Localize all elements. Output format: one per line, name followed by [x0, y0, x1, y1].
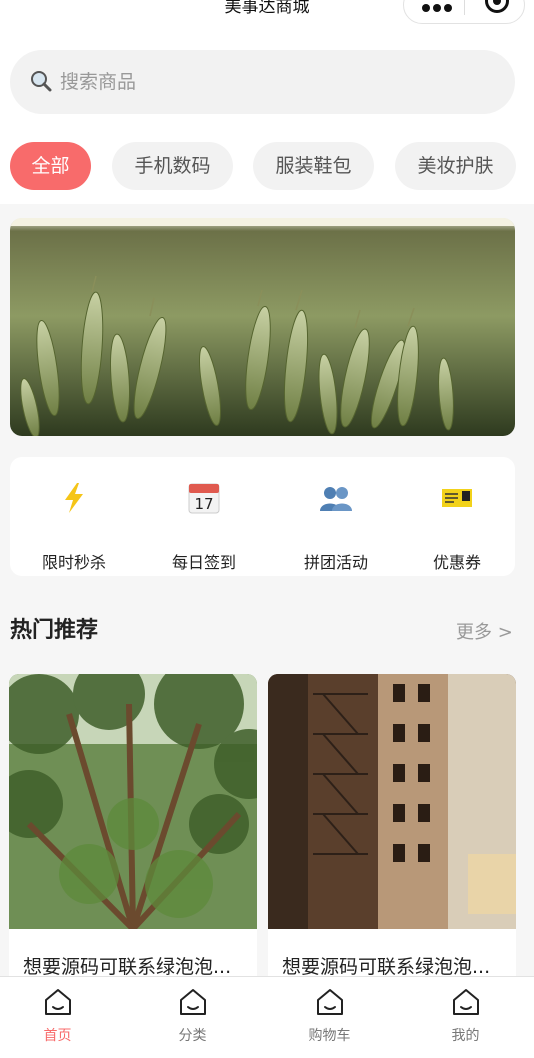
quick-entry-label: 每日签到	[171, 553, 236, 572]
category-tab-beauty[interactable]: 美妆护肤	[395, 142, 516, 190]
banner-carousel[interactable]	[10, 218, 515, 436]
category-tabs: 全部 手机数码 服装鞋包 美妆护肤	[0, 142, 534, 190]
mini-program-capsule	[403, 0, 525, 24]
profile-icon	[453, 989, 479, 1015]
product-card[interactable]: 想要源码可联系绿泡泡...	[268, 674, 516, 994]
nav-bar: 美事达商城	[0, 0, 534, 32]
tab-label: 分类	[178, 1028, 207, 1044]
banner-image	[10, 218, 515, 436]
quick-entry-coupons[interactable]: 优惠券	[397, 475, 517, 572]
calendar-icon: 17	[188, 483, 220, 514]
group-icon	[320, 487, 352, 511]
quick-entry-label: 拼团活动	[303, 553, 368, 572]
quick-entry-label: 优惠券	[432, 553, 481, 572]
tab-profile[interactable]: 我的	[399, 977, 532, 1058]
quick-entry-flash-sale[interactable]: 限时秒杀	[14, 475, 134, 572]
tab-cart[interactable]: 购物车	[263, 977, 396, 1058]
tab-label: 我的	[451, 1028, 480, 1044]
search-icon	[31, 71, 52, 92]
tab-label: 购物车	[308, 1028, 351, 1044]
capsule-divider	[464, 0, 465, 15]
cart-icon	[317, 989, 343, 1015]
tab-home[interactable]: 首页	[0, 977, 124, 1058]
category-tab-digital[interactable]: 手机数码	[112, 142, 233, 190]
header: 全部 手机数码 服装鞋包 美妆护肤	[0, 32, 534, 204]
home-icon	[45, 989, 71, 1015]
lightning-icon	[65, 483, 83, 513]
more-options-icon[interactable]	[422, 0, 456, 12]
product-image	[268, 674, 516, 929]
product-image	[9, 674, 257, 929]
section-more-link[interactable]: 更多 >	[456, 618, 513, 644]
ticket-icon	[442, 489, 472, 507]
calendar-day: 17	[194, 495, 213, 513]
category-tab-apparel[interactable]: 服装鞋包	[253, 142, 374, 190]
tab-category[interactable]: 分类	[126, 977, 259, 1058]
product-title: 想要源码可联系绿泡泡...	[282, 956, 491, 978]
tab-label: 首页	[43, 1028, 72, 1044]
quick-entry-panel: 限时秒杀 17 每日签到 拼团活动 优惠券	[10, 457, 515, 576]
product-card[interactable]: 想要源码可联系绿泡泡...	[9, 674, 257, 994]
category-tab-all[interactable]: 全部	[10, 142, 91, 190]
product-title: 想要源码可联系绿泡泡...	[23, 956, 232, 978]
quick-entry-label: 限时秒杀	[41, 553, 106, 572]
quick-entry-checkin[interactable]: 17 每日签到	[144, 475, 264, 572]
category-icon	[180, 989, 206, 1015]
search-input[interactable]	[60, 66, 480, 98]
bottom-tab-bar: 首页 分类 购物车 我的	[0, 976, 534, 1058]
close-mini-program-icon[interactable]	[485, 0, 509, 13]
search-bar[interactable]	[10, 50, 515, 114]
section-title: 热门推荐	[10, 618, 99, 643]
quick-entry-group-buy[interactable]: 拼团活动	[276, 475, 396, 572]
